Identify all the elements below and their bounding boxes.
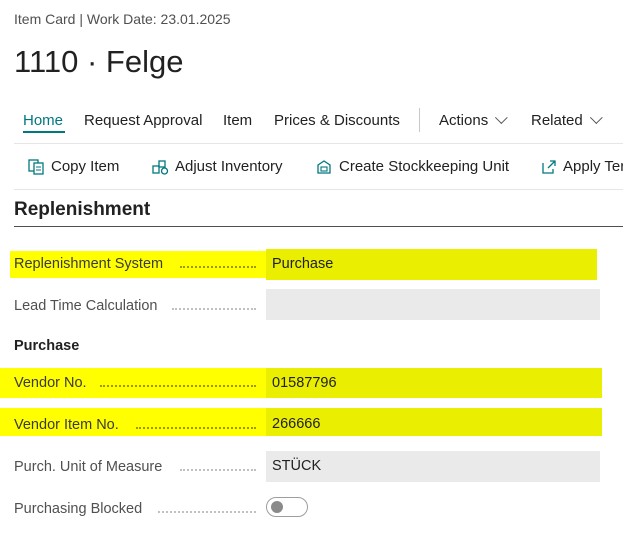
nav-underline <box>23 131 65 133</box>
tab-actions[interactable]: Actions <box>439 111 508 129</box>
dots-leader <box>158 509 256 513</box>
dots-leader <box>136 425 256 429</box>
adjust-inventory-label: Adjust Inventory <box>175 158 283 175</box>
apply-template-button[interactable]: Apply Ter <box>540 158 623 175</box>
tab-actions-label: Actions <box>439 112 489 129</box>
toggle-knob <box>271 501 283 513</box>
tab-home[interactable]: Home <box>23 112 63 129</box>
purchase-subheading: Purchase <box>14 338 80 354</box>
field-label-vendor-no: Vendor No. <box>14 375 87 391</box>
field-label-lead-time-calculation: Lead Time Calculation <box>14 298 158 314</box>
copy-item-button[interactable]: Copy Item <box>28 158 119 175</box>
field-label-vendor-item-no: Vendor Item No. <box>14 417 119 433</box>
replenishment-system-field[interactable]: Purchase <box>266 249 597 280</box>
dots-leader <box>180 264 256 268</box>
tab-request-approval[interactable]: Request Approval <box>84 112 202 129</box>
tab-related-label: Related <box>531 112 583 129</box>
tab-related[interactable]: Related <box>531 111 603 129</box>
adjust-inventory-button[interactable]: Adjust Inventory <box>152 158 283 175</box>
dots-leader <box>172 306 256 310</box>
dots-leader <box>180 467 256 471</box>
breadcrumb: Item Card | Work Date: 23.01.2025 <box>14 11 231 27</box>
section-divider <box>14 226 623 227</box>
tab-prices-discounts[interactable]: Prices & Discounts <box>274 112 400 129</box>
dots-leader <box>100 383 256 387</box>
inventory-icon <box>152 159 169 175</box>
field-label-replenishment-system: Replenishment System <box>14 256 164 272</box>
field-label-purch-unit-of-measure: Purch. Unit of Measure <box>14 459 163 475</box>
nav-separator <box>419 108 420 132</box>
apply-template-label: Apply Ter <box>563 158 623 175</box>
chevron-down-icon <box>589 111 603 125</box>
purch-unit-of-measure-field[interactable]: STÜCK <box>266 451 600 482</box>
field-label-purchasing-blocked: Purchasing Blocked <box>14 501 143 517</box>
apply-template-icon <box>542 159 556 174</box>
page-title: 1110 · Felge <box>14 44 184 79</box>
create-stockkeeping-unit-label: Create Stockkeeping Unit <box>339 158 510 175</box>
tab-item[interactable]: Item <box>223 112 252 129</box>
divider <box>14 189 623 190</box>
divider <box>14 143 623 144</box>
copy-item-label: Copy Item <box>51 158 120 175</box>
stockkeeping-icon <box>317 159 331 174</box>
vendor-no-field[interactable]: 01587796 <box>266 368 602 398</box>
chevron-down-icon <box>495 111 508 125</box>
lead-time-calculation-field[interactable] <box>266 289 600 320</box>
section-title: Replenishment <box>14 199 151 220</box>
copy-icon <box>28 158 44 175</box>
vendor-item-no-field[interactable]: 266666 <box>266 408 602 436</box>
create-stockkeeping-unit-button[interactable]: Create Stockkeeping Unit <box>316 158 509 175</box>
nav-bar: Home Request Approval Item Prices & Disc… <box>0 111 623 136</box>
purchasing-blocked-toggle[interactable] <box>266 497 308 517</box>
